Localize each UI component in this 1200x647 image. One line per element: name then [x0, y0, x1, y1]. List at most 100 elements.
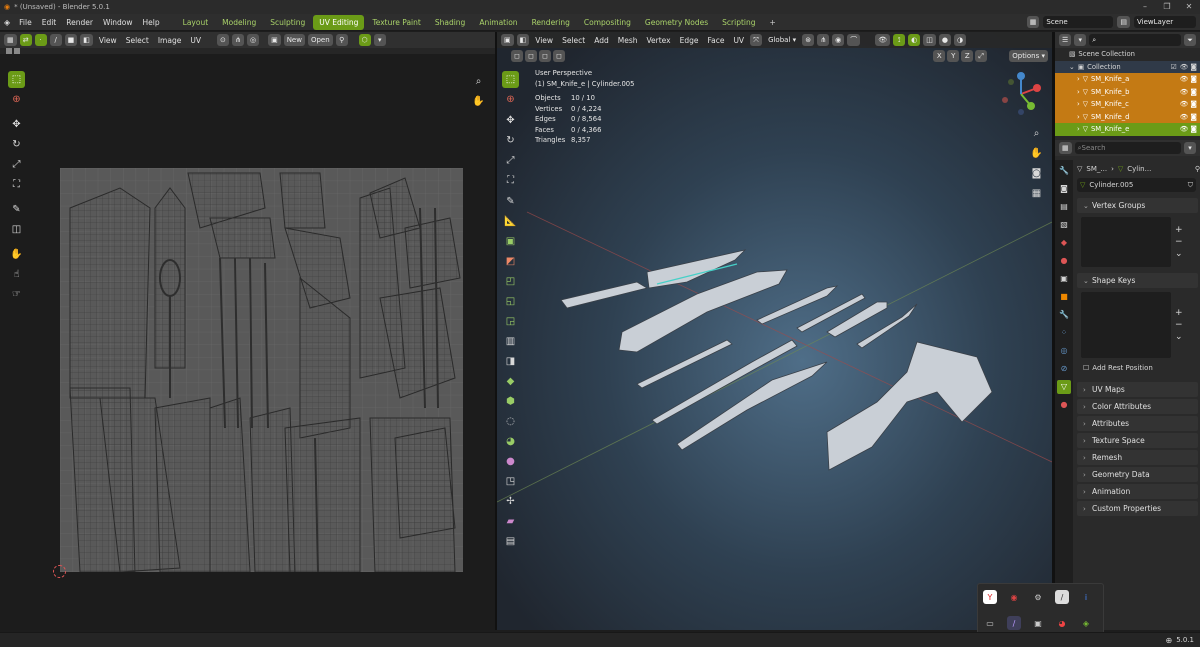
eye-icon[interactable]: 👁 [1180, 113, 1189, 121]
blender-menu-icon[interactable]: ◈ [0, 18, 14, 27]
remove-shape-key-icon[interactable]: − [1175, 320, 1183, 330]
loop-cut-icon[interactable]: ◲ [502, 313, 519, 330]
perspective-toggle-icon[interactable]: ▦ [1028, 185, 1045, 202]
eye-icon[interactable]: 👁 [1180, 63, 1189, 71]
open-image-button[interactable]: Open [307, 34, 333, 46]
view-layer-icon[interactable]: ▤ [1117, 16, 1130, 28]
close-button[interactable]: ✕ [1178, 0, 1200, 14]
mesh-data-field[interactable]: ▽ Cylinder.005 ⛉ [1077, 178, 1196, 192]
checkbox-icon[interactable]: ☐ [1083, 364, 1089, 372]
rotate-icon[interactable]: ↻ [502, 132, 519, 149]
view-layer-field[interactable]: ViewLayer [1134, 16, 1196, 28]
uv-overlay-icon[interactable]: ⬡ [358, 34, 371, 46]
panel-custom-properties[interactable]: › Custom Properties [1077, 501, 1198, 516]
add-rest-position-row[interactable]: ☐ Add Rest Position [1077, 362, 1200, 374]
eye-icon[interactable]: 👁 [1180, 75, 1189, 83]
tool-tab-icon[interactable]: 🔧 [1057, 164, 1071, 178]
pinch-icon[interactable]: ☞ [8, 286, 25, 303]
properties-options-icon[interactable]: ▾ [1184, 142, 1196, 154]
filter-icon[interactable]: ⏷ [1184, 34, 1196, 46]
rip-region-icon[interactable]: ◳ [502, 473, 519, 490]
shape-keys-list[interactable] [1081, 292, 1171, 358]
eye-icon[interactable]: 👁 [1180, 100, 1189, 108]
minimize-button[interactable]: – [1134, 0, 1156, 14]
terminal-icon[interactable]: ▣ [1031, 616, 1045, 630]
pin-icon[interactable]: ⚲ [335, 34, 348, 46]
panel-attributes[interactable]: › Attributes [1077, 416, 1198, 431]
outliner-item[interactable]: › ▽ SM_Knife_a 👁 ◙ [1055, 73, 1200, 86]
pan-icon[interactable]: ✋ [470, 93, 487, 110]
image-browse-icon[interactable]: ▣ [268, 34, 281, 46]
tab-uv-editing[interactable]: UV Editing [313, 14, 365, 30]
outliner-item[interactable]: › ▽ SM_Knife_c 👁 ◙ [1055, 98, 1200, 111]
scene-name-field[interactable]: Scene [1043, 16, 1114, 28]
checkbox-icon[interactable]: ☑ [1171, 63, 1177, 71]
menu-edit[interactable]: Edit [37, 14, 62, 31]
shape-key-menu-icon[interactable]: ⌄ [1175, 332, 1183, 342]
render-tab-icon[interactable]: ◙ [1057, 182, 1071, 196]
modifier-tab-icon[interactable]: 🔧 [1057, 308, 1071, 322]
discord-icon[interactable]: ◉ [1007, 590, 1021, 604]
poly-build-icon[interactable]: ◨ [502, 353, 519, 370]
edge-select-icon[interactable]: / [49, 34, 62, 46]
particles-tab-icon[interactable]: ⁘ [1057, 326, 1071, 340]
vertex-group-menu-icon[interactable]: ⌄ [1175, 249, 1183, 259]
select-box-icon[interactable]: ⬚ [8, 71, 25, 88]
2d-cursor-icon[interactable] [53, 565, 66, 578]
uv-menu-image[interactable]: Image [155, 36, 185, 45]
eye-icon[interactable]: 👁 [1180, 125, 1189, 133]
editor-type-icon[interactable]: ▦ [4, 34, 17, 46]
properties-editor-type-icon[interactable]: ▦ [1059, 142, 1072, 154]
expand-arrow-icon[interactable]: › [1077, 75, 1080, 83]
panel-texture-space[interactable]: › Texture Space [1077, 433, 1198, 448]
tab-geometry-nodes[interactable]: Geometry Nodes [639, 15, 714, 30]
navigation-gizmo[interactable] [997, 70, 1045, 118]
expand-arrow-icon[interactable]: ⌄ [1069, 63, 1075, 71]
physics-tab-icon[interactable]: ◎ [1057, 344, 1071, 358]
cube-project-icon[interactable]: ▤ [502, 533, 519, 550]
3d-viewport[interactable]: ▣ ◧ View Select Add Mesh Vertex Edge Fac… [497, 32, 1052, 630]
move-icon[interactable]: ✥ [502, 112, 519, 129]
measure-icon[interactable]: 📐 [502, 213, 519, 230]
menu-window[interactable]: Window [98, 14, 138, 31]
panel-animation[interactable]: › Animation [1077, 484, 1198, 499]
extrude-icon[interactable]: ◩ [502, 253, 519, 270]
expand-arrow-icon[interactable]: › [1077, 113, 1080, 121]
chrome-icon[interactable]: ◕ [1055, 616, 1069, 630]
constraints-tab-icon[interactable]: ⊘ [1057, 362, 1071, 376]
zoom-icon[interactable]: ⌕ [470, 73, 487, 90]
tab-rendering[interactable]: Rendering [526, 15, 576, 30]
cursor-icon[interactable]: ⊕ [8, 91, 25, 108]
bevel-icon[interactable]: ◱ [502, 293, 519, 310]
menu-file[interactable]: File [14, 14, 37, 31]
zoom-icon[interactable]: ⌕ [1028, 125, 1045, 142]
rip-icon[interactable]: ◫ [8, 221, 25, 238]
annotate-icon[interactable]: ✎ [502, 193, 519, 210]
panel-color-attributes[interactable]: › Color Attributes [1077, 399, 1198, 414]
tab-scripting[interactable]: Scripting [716, 15, 761, 30]
camera-icon[interactable]: ◙ [1190, 75, 1197, 83]
knife-icon[interactable]: ▥ [502, 333, 519, 350]
camera-icon[interactable]: ◙ [1190, 63, 1197, 71]
scale-icon[interactable]: ⤢ [502, 152, 519, 169]
collection-tab-icon[interactable]: ▣ [1057, 272, 1071, 286]
transform-icon[interactable]: ⛶ [8, 176, 25, 193]
tab-texture-paint[interactable]: Texture Paint [366, 15, 426, 30]
menu-help[interactable]: Help [138, 14, 165, 31]
add-shape-key-icon[interactable]: + [1175, 308, 1183, 318]
scene-selector-icon[interactable]: ▦ [1026, 16, 1040, 28]
data-tab-icon[interactable]: ▽ [1057, 380, 1071, 394]
vertex-select-icon[interactable]: · [34, 34, 47, 46]
panel-geometry-data[interactable]: › Geometry Data [1077, 467, 1198, 482]
panel-shape-keys[interactable]: ⌄ Shape Keys [1077, 273, 1198, 288]
add-cube-icon[interactable]: ▣ [502, 233, 519, 250]
uv-menu-select[interactable]: Select [123, 36, 152, 45]
uv-menu-uv[interactable]: UV [187, 36, 204, 45]
outliner-editor-type-icon[interactable]: ☰ [1059, 34, 1072, 46]
snap-icon[interactable]: ⋔ [231, 34, 244, 46]
info-icon[interactable]: i [1079, 590, 1093, 604]
object-tab-icon[interactable]: ■ [1057, 290, 1071, 304]
outliner-scene-collection[interactable]: ▧ Scene Collection [1055, 48, 1200, 61]
tab-sculpting[interactable]: Sculpting [264, 15, 311, 30]
properties-search-field[interactable]: ⌕ Search [1074, 142, 1181, 154]
